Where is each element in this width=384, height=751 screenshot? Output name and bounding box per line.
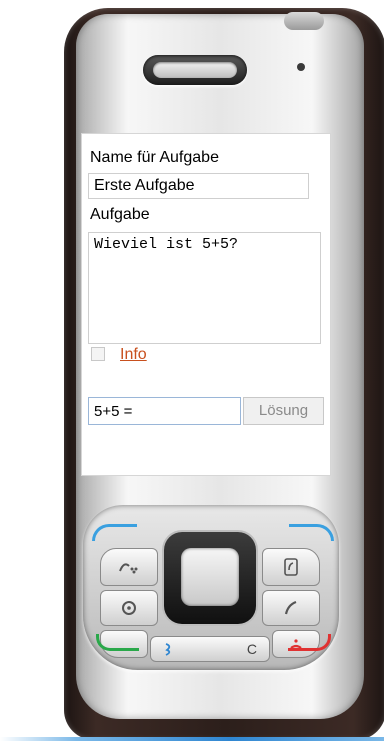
menu-key[interactable] — [100, 548, 158, 586]
end-key-accent — [288, 634, 331, 651]
left-softkey-accent — [92, 524, 137, 541]
speaker-grille — [153, 62, 237, 78]
task-label: Aufgabe — [90, 206, 150, 223]
bottom-function-key[interactable]: C — [150, 636, 270, 662]
menu-icon — [119, 563, 138, 574]
call-icon — [284, 600, 297, 615]
voice-icon — [165, 643, 171, 656]
call-key[interactable] — [262, 590, 320, 626]
info-checkbox[interactable] — [91, 347, 105, 361]
navigation-icon — [122, 601, 136, 615]
earpiece-speaker — [143, 55, 247, 85]
phone-screen: Name für Aufgabe Aufgabe Wieviel ist 5+5… — [82, 134, 330, 475]
solve-button[interactable]: Lösung — [243, 397, 324, 425]
proximity-sensor — [297, 63, 305, 71]
power-button[interactable] — [284, 12, 324, 30]
answer-input[interactable] — [88, 397, 241, 425]
right-softkey-accent — [289, 524, 334, 541]
call-key-accent — [96, 634, 139, 651]
clear-key-label: C — [246, 641, 257, 657]
navigation-key[interactable] — [100, 590, 158, 626]
contacts-key[interactable] — [262, 548, 320, 586]
task-textarea[interactable]: Wieviel ist 5+5? — [88, 232, 321, 344]
info-link[interactable]: Info — [120, 346, 147, 364]
navigation-select-key[interactable] — [181, 548, 239, 606]
task-name-input[interactable] — [88, 173, 309, 199]
bottom-accent-bar — [0, 737, 384, 741]
contacts-icon — [284, 558, 298, 576]
task-name-label: Name für Aufgabe — [90, 149, 219, 166]
